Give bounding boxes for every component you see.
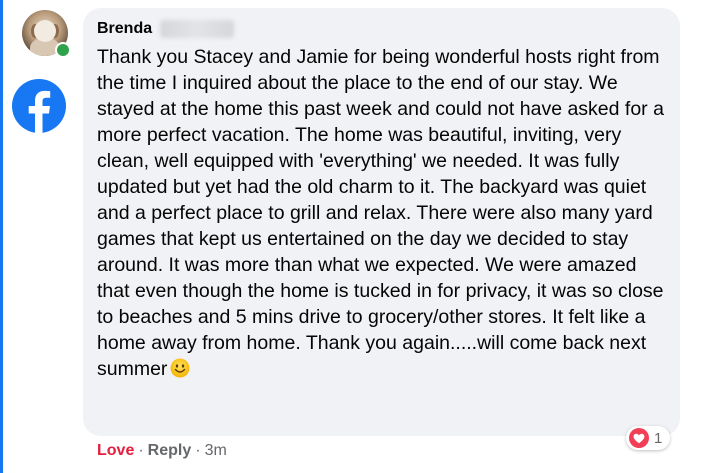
action-separator: ·: [138, 442, 144, 459]
left-accent-rail: [0, 0, 3, 473]
facebook-logo-icon: [12, 79, 66, 133]
heart-icon: [629, 428, 649, 448]
action-separator: ·: [195, 442, 201, 459]
comment-body: Thank you Stacey and Jamie for being won…: [97, 44, 669, 382]
author-first-name[interactable]: Brenda: [97, 20, 152, 38]
reply-link[interactable]: Reply: [148, 442, 192, 460]
online-status-dot: [55, 42, 71, 58]
reaction-summary[interactable]: 1: [626, 426, 671, 450]
comment-author[interactable]: Brenda: [97, 20, 235, 38]
smiling-face-icon: [170, 358, 190, 378]
love-reaction-link[interactable]: Love: [97, 442, 134, 460]
redacted-last-name: [160, 20, 235, 38]
avatar-dog-head: [34, 20, 56, 42]
reaction-count: 1: [654, 429, 663, 447]
comment-bubble: Brenda Thank you Stacey and Jamie for be…: [83, 8, 680, 436]
comment-timestamp[interactable]: 3m: [205, 442, 227, 460]
comment-text: Thank you Stacey and Jamie for being won…: [97, 46, 664, 380]
comment-actions: Love · Reply · 3m: [97, 442, 227, 460]
